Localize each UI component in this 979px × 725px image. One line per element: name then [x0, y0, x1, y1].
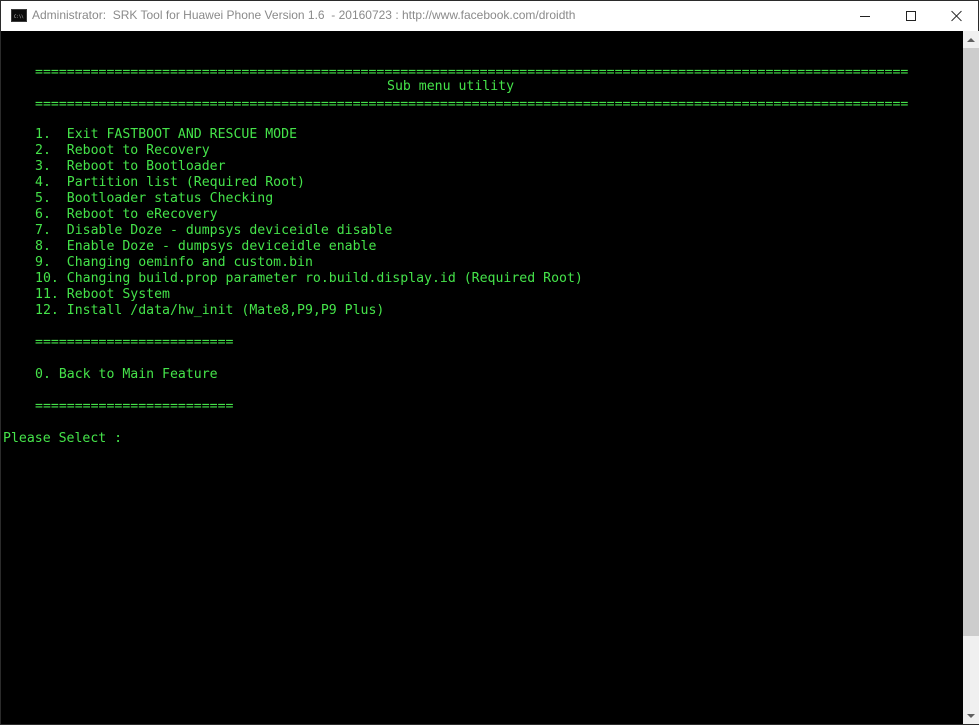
- console-output[interactable]: ========================= ===============…: [2, 31, 963, 724]
- title-bar[interactable]: C:\\ Administrator: SRK Tool for Huawei …: [1, 1, 978, 31]
- maximize-button[interactable]: [888, 1, 934, 31]
- menu-item-back: 0. Back to Main Feature: [35, 367, 218, 382]
- menu-heading: Sub menu utility: [387, 79, 515, 94]
- separator-short-top: =========================: [35, 335, 234, 350]
- scroll-up-arrow-icon[interactable]: [963, 31, 979, 48]
- menu-item-10: 10. Changing build.prop parameter ro.bui…: [35, 271, 583, 286]
- close-button[interactable]: [934, 1, 979, 31]
- vertical-scrollbar[interactable]: [963, 31, 979, 724]
- select-prompt[interactable]: Please Select :: [3, 431, 122, 447]
- console-app-icon[interactable]: C:\\: [11, 9, 27, 22]
- console-app-icon-text: C:\\: [14, 14, 24, 19]
- menu-item-3: 3. Reboot to Bootloader: [35, 159, 226, 174]
- scroll-thumb[interactable]: [963, 48, 979, 636]
- window-title: Administrator: SRK Tool for Huawei Phone…: [32, 8, 576, 22]
- menu-item-9: 9. Changing oeminfo and custom.bin: [35, 255, 313, 270]
- separator-short-bottom: =========================: [35, 399, 234, 414]
- menu-item-1: 1. Exit FASTBOOT AND RESCUE MODE: [35, 127, 298, 142]
- maximize-icon: [906, 11, 916, 21]
- scroll-down-arrow-icon[interactable]: [963, 707, 979, 724]
- separator-under-heading: ========================================…: [35, 97, 909, 112]
- menu-item-12: 12. Install /data/hw_init (Mate8,P9,P9 P…: [35, 303, 385, 318]
- menu-item-7: 7. Disable Doze - dumpsys deviceidle dis…: [35, 223, 393, 238]
- menu-item-6: 6. Reboot to eRecovery: [35, 207, 218, 222]
- console-window: C:\\ Administrator: SRK Tool for Huawei …: [0, 0, 979, 725]
- menu-item-2: 2. Reboot to Recovery: [35, 143, 210, 158]
- minimize-button[interactable]: [842, 1, 888, 31]
- menu-item-11: 11. Reboot System: [35, 287, 170, 302]
- close-icon: [951, 10, 963, 22]
- menu-item-5: 5. Bootloader status Checking: [35, 191, 274, 206]
- minimize-icon: [860, 15, 870, 17]
- menu-item-4: 4. Partition list (Required Root): [35, 175, 305, 190]
- menu-item-8: 8. Enable Doze - dumpsys deviceidle enab…: [35, 239, 377, 254]
